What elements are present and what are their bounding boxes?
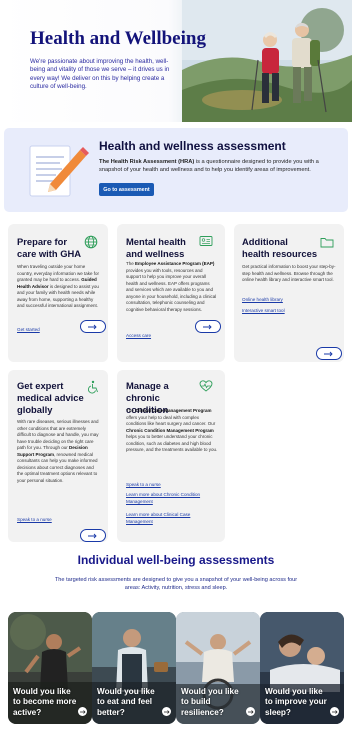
speak-to-nurse-link[interactable]: Speak to a nurse: [17, 517, 52, 524]
card-additional-resources: Additional health resources Get practica…: [234, 224, 344, 362]
hero-intro-text: We're passionate about improving the hea…: [30, 58, 170, 91]
tile-sleep[interactable]: Would you like to improve your sleep?: [260, 612, 344, 724]
tile-arrow-button[interactable]: [330, 707, 339, 716]
card-title: Get expert medical advice globally: [17, 380, 84, 415]
card-body-text: The: [126, 408, 136, 413]
program-name: Clinical Case Management Program: [135, 408, 212, 413]
folder-icon: [320, 238, 334, 248]
card-title: Mental health and wellness: [126, 236, 186, 259]
card-title: Additional health resources: [242, 236, 318, 259]
tile-resilience[interactable]: Would you like to build resilience?: [176, 612, 260, 724]
arrow-right-icon: [88, 533, 97, 538]
card-body-text: The: [126, 261, 136, 266]
hra-description: The Health Risk Assessment (HRA) is a qu…: [99, 158, 331, 174]
access-care-link[interactable]: Access care: [126, 333, 151, 340]
hra-title: Health and wellness assessment: [99, 139, 286, 153]
card-mental-health: Mental health and wellness The Employee …: [117, 224, 225, 362]
assessments-title: Individual well-being assessments: [77, 553, 275, 567]
card-body-text: provides you with tools, resources and s…: [126, 267, 217, 312]
page-title: Health and Wellbeing: [30, 28, 206, 49]
get-started-link[interactable]: Get started: [17, 327, 40, 334]
travel-arrow-button[interactable]: [80, 320, 106, 333]
card-body: The Employee Assistance Program (EAP) pr…: [126, 261, 218, 313]
arrow-right-icon: [247, 709, 253, 714]
interactive-smart-tool-link[interactable]: Interactive smart tool: [242, 308, 285, 315]
heart-pulse-icon: [199, 380, 213, 392]
hero-banner: Health and Wellbeing We're passionate ab…: [0, 0, 352, 122]
go-to-assessment-button[interactable]: Go to assessment: [99, 183, 154, 196]
arrow-right-icon: [163, 709, 169, 714]
arrow-right-icon: [79, 709, 85, 714]
arrow-right-icon: [331, 709, 337, 714]
tile-activity[interactable]: Would you like to become more active?: [8, 612, 92, 724]
tile-caption: Would you like to build resilience?: [181, 686, 239, 717]
expert-arrow-button[interactable]: [80, 529, 106, 542]
learn-more-clinical-link[interactable]: Learn more about Clinical Case Managemen…: [126, 512, 218, 525]
card-expert-advice: Get expert medical advice globally With …: [8, 370, 108, 542]
card-body-text: offers your help to deal with complex co…: [126, 414, 216, 427]
program-name: Chronic Condition Management Program: [126, 427, 214, 433]
card-body: The Clinical Case Management Program off…: [126, 408, 218, 454]
mental-arrow-button[interactable]: [195, 320, 221, 333]
card-prepare-care: Prepare for care with GHA When traveling…: [8, 224, 108, 362]
tile-arrow-button[interactable]: [246, 707, 255, 716]
card-body-text: helps you to better understand your chro…: [126, 434, 218, 452]
wheelchair-icon: [88, 380, 98, 394]
card-chronic-condition: Manage a chronic condition The Clinical …: [117, 370, 225, 542]
card-body: When traveling outside your home country…: [17, 264, 101, 310]
tile-caption: Would you like to eat and feel better?: [97, 686, 155, 717]
arrow-right-icon: [324, 351, 333, 356]
id-card-icon: [199, 236, 213, 246]
arrow-right-icon: [88, 324, 97, 329]
program-name: Employee Assistance Program (EAP): [135, 261, 215, 266]
online-health-library-link[interactable]: Online health library: [242, 297, 283, 304]
assessments-intro: The targeted risk assessments are design…: [54, 577, 298, 591]
card-title: Prepare for care with GHA: [17, 236, 82, 259]
tile-caption: Would you like to improve your sleep?: [265, 686, 327, 717]
hra-program-name: The Health Risk Assessment (HRA): [99, 159, 195, 165]
speak-to-nurse-link[interactable]: Speak to a nurse: [126, 482, 218, 489]
tile-arrow-button[interactable]: [162, 707, 171, 716]
card-body: With rare diseases, serious illnesses an…: [17, 419, 101, 484]
globe-icon: [84, 235, 98, 249]
tile-caption: Would you like to become more active?: [13, 686, 77, 717]
resources-arrow-button[interactable]: [316, 347, 342, 360]
clipboard-pencil-illustration: [29, 145, 89, 197]
card-body: Get practical information to boost your …: [242, 264, 336, 282]
arrow-right-icon: [203, 324, 212, 329]
hero-photo: [182, 0, 352, 122]
tile-nutrition[interactable]: Would you like to eat and feel better?: [92, 612, 176, 724]
learn-more-chronic-link[interactable]: Learn more about Chronic Condition Manag…: [126, 492, 218, 505]
tile-arrow-button[interactable]: [78, 707, 87, 716]
